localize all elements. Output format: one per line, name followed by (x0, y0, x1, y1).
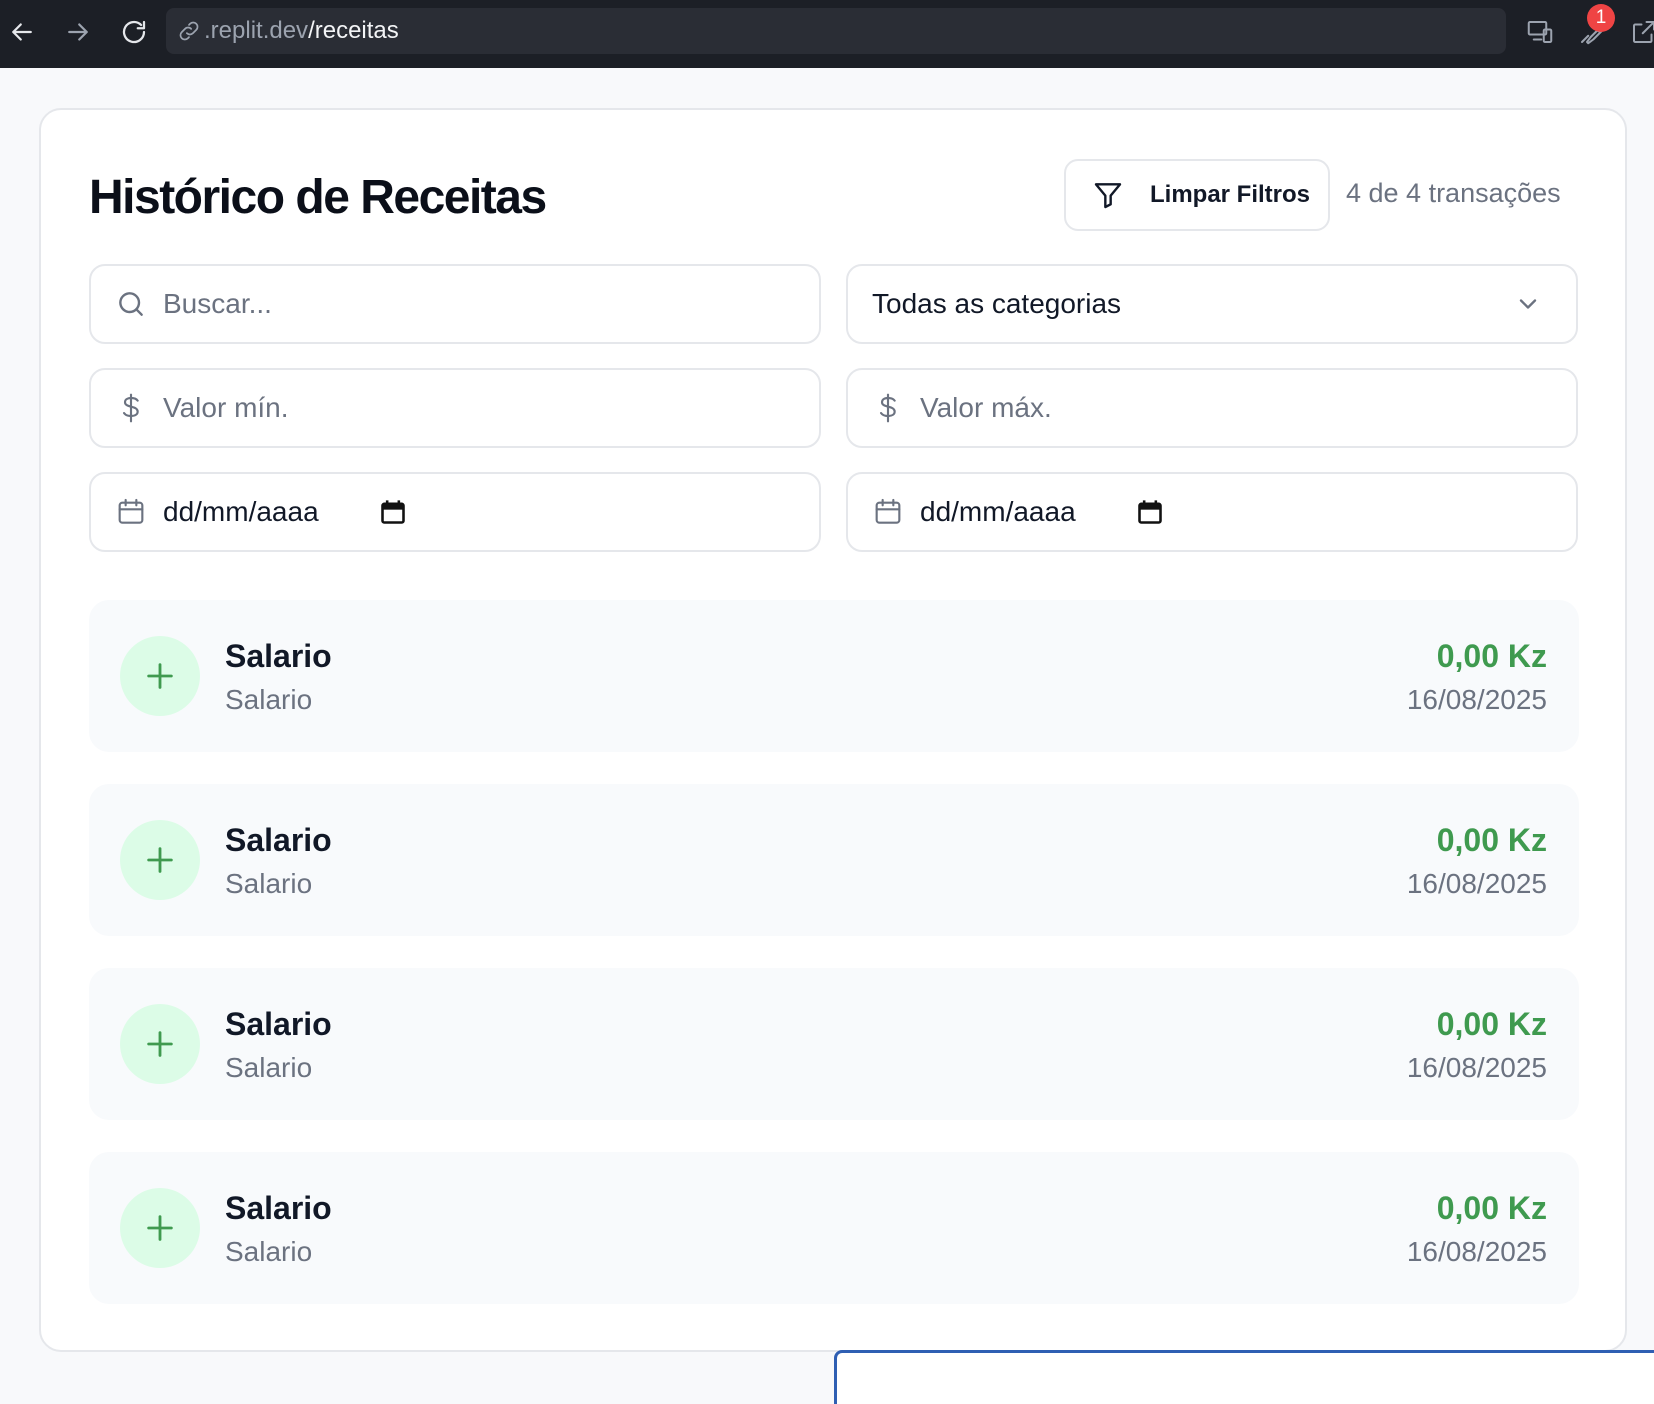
devices-icon (1527, 21, 1553, 43)
transaction-count: 4 de 4 transações (1346, 178, 1561, 208)
transaction-date: 16/08/2025 (1406, 684, 1547, 715)
clear-filters-button[interactable]: Limpar Filtros (1064, 159, 1330, 231)
transaction-date: 16/08/2025 (1406, 1236, 1547, 1267)
calendar-picker-icon[interactable] (379, 498, 407, 526)
dollar-icon (872, 392, 904, 424)
devices-button[interactable] (1522, 14, 1558, 50)
transaction-amount: 0,00 Kz (1436, 822, 1547, 858)
transaction-date: 16/08/2025 (1406, 868, 1547, 899)
notification-badge: 1 (1587, 4, 1615, 32)
transaction-item[interactable]: Salario Salario 0,00 Kz 16/08/2025 (89, 968, 1579, 1120)
search-icon (115, 288, 147, 320)
open-external-button[interactable] (1626, 14, 1654, 50)
link-icon (179, 21, 199, 41)
transaction-item[interactable]: Salario Salario 0,00 Kz 16/08/2025 (89, 784, 1579, 936)
search-placeholder: Buscar... (163, 288, 272, 319)
browser-toolbar: .replit.dev/receitas 1 (0, 0, 1654, 68)
min-value-placeholder: Valor mín. (163, 392, 289, 423)
forward-button[interactable] (58, 14, 98, 50)
category-select[interactable]: Todas as categorias (846, 264, 1578, 344)
chevron-down-icon (1519, 299, 1537, 309)
date-to-input[interactable]: dd/mm/aaaa (846, 472, 1578, 552)
transaction-category: Salario (225, 1236, 313, 1267)
date-to-value: dd/mm/aaaa (920, 496, 1076, 527)
transaction-name: Salario (225, 1006, 332, 1042)
transaction-item[interactable]: Salario Salario 0,00 Kz 16/08/2025 (89, 600, 1579, 752)
transaction-date: 16/08/2025 (1406, 1052, 1547, 1083)
dollar-icon (115, 392, 147, 424)
min-value-input[interactable]: Valor mín. (89, 368, 821, 448)
income-plus-icon (120, 820, 200, 900)
arrow-right-icon (68, 23, 88, 41)
filter-icon (1094, 183, 1122, 209)
reload-button[interactable] (114, 14, 154, 50)
calendar-picker-icon[interactable] (1136, 498, 1164, 526)
transaction-name: Salario (225, 822, 332, 858)
page-title: Histórico de Receitas (89, 171, 547, 224)
transaction-item[interactable]: Salario Salario 0,00 Kz 16/08/2025 (89, 1152, 1579, 1304)
calendar-icon (115, 496, 147, 528)
back-button[interactable] (2, 14, 42, 50)
income-plus-icon (120, 636, 200, 716)
external-link-icon (1633, 21, 1654, 43)
date-from-input[interactable]: dd/mm/aaaa (89, 472, 821, 552)
transaction-category: Salario (225, 868, 313, 899)
bottom-panel (834, 1350, 1654, 1404)
income-plus-icon (120, 1188, 200, 1268)
arrow-left-icon (12, 23, 32, 41)
income-plus-icon (120, 1004, 200, 1084)
transaction-category: Salario (225, 1052, 313, 1083)
transaction-name: Salario (225, 1190, 332, 1226)
transaction-amount: 0,00 Kz (1436, 638, 1547, 674)
transaction-category: Salario (225, 684, 313, 715)
transaction-amount: 0,00 Kz (1436, 1006, 1547, 1042)
date-from-value: dd/mm/aaaa (163, 496, 319, 527)
url-bar[interactable]: .replit.dev/receitas (166, 8, 1506, 54)
reload-icon (122, 20, 146, 44)
category-selected: Todas as categorias (872, 288, 1122, 319)
url-path: /receitas (308, 17, 399, 44)
calendar-icon (872, 496, 904, 528)
transaction-amount: 0,00 Kz (1436, 1190, 1547, 1226)
url-host: .replit.dev (204, 17, 309, 44)
income-history-card: Histórico de Receitas Limpar Filtros 4 d… (39, 108, 1627, 1352)
clear-filters-label: Limpar Filtros (1150, 181, 1311, 208)
transaction-name: Salario (225, 638, 332, 674)
max-value-placeholder: Valor máx. (920, 392, 1052, 423)
max-value-input[interactable]: Valor máx. (846, 368, 1578, 448)
search-input[interactable]: Buscar... (89, 264, 821, 344)
